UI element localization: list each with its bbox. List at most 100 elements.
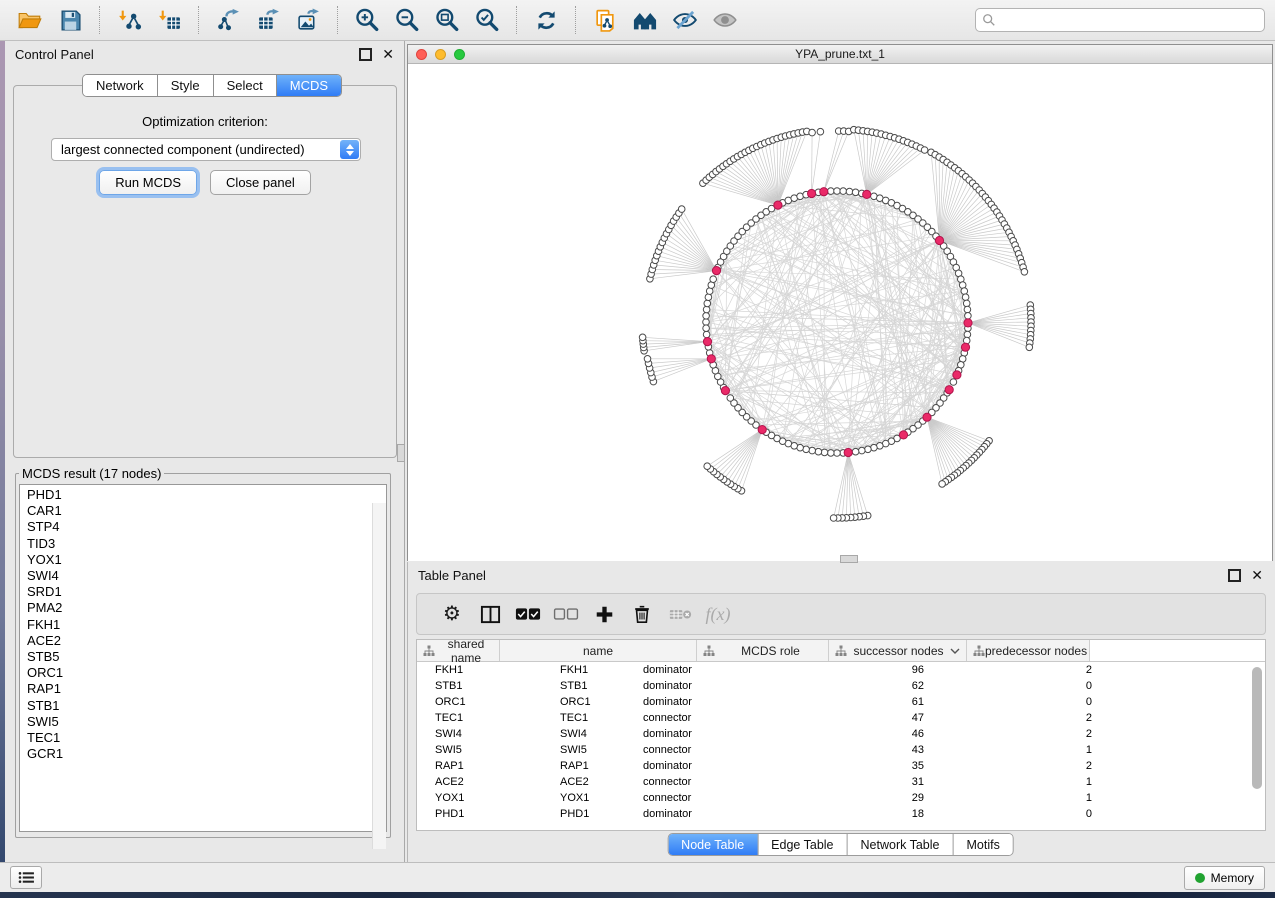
mcds-result-item[interactable]: FKH1: [27, 617, 386, 633]
table-row[interactable]: RAP1 RAP1 dominator 35 2: [417, 758, 1265, 774]
table-scrollbar-thumb[interactable]: [1252, 667, 1262, 789]
table-row[interactable]: ACE2 ACE2 connector 31 1: [417, 774, 1265, 790]
show-columns-button[interactable]: [471, 604, 509, 625]
new-network-from-selection-button[interactable]: [590, 5, 620, 35]
table-panel-tab[interactable]: Network Table: [848, 834, 954, 855]
show-tasks-button[interactable]: [10, 866, 42, 889]
table-row[interactable]: ORC1 ORC1 dominator 61 0: [417, 694, 1265, 710]
mcds-result-item[interactable]: CAR1: [27, 503, 386, 519]
table-row[interactable]: STB1 STB1 dominator 62 0: [417, 678, 1265, 694]
mcds-result-item[interactable]: ACE2: [27, 633, 386, 649]
control-panel-tab[interactable]: MCDS: [277, 75, 341, 96]
table-row[interactable]: PHD1 PHD1 dominator 18 0: [417, 806, 1265, 822]
network-canvas[interactable]: [408, 64, 1272, 561]
mcds-result-item[interactable]: SWI4: [27, 568, 386, 584]
cell-name: STB1: [552, 680, 635, 692]
function-builder-button[interactable]: f(x): [699, 604, 737, 625]
network-window-titlebar[interactable]: YPA_prune.txt_1: [408, 45, 1272, 64]
mcds-result-item[interactable]: STB1: [27, 698, 386, 714]
save-session-button[interactable]: [55, 5, 85, 35]
table-body: FKH1 FKH1 dominator 96 2 STB1 STB1 domin…: [417, 662, 1265, 822]
run-mcds-button[interactable]: Run MCDS: [99, 170, 197, 195]
horizontal-splitter-handle[interactable]: [840, 555, 858, 563]
minimize-window-traffic-light[interactable]: [435, 49, 446, 60]
mcds-result-item[interactable]: PMA2: [27, 600, 386, 616]
close-panel-icon[interactable]: ✕: [1251, 568, 1263, 582]
cell-mcds-role: connector: [635, 712, 832, 724]
close-panel-button[interactable]: Close panel: [210, 170, 311, 195]
export-table-button[interactable]: [253, 5, 283, 35]
add-column-button[interactable]: [585, 605, 623, 624]
eye-slash-icon: [672, 7, 698, 33]
zoom-fit-content-button[interactable]: [432, 5, 462, 35]
vertical-splitter-handle[interactable]: [397, 444, 405, 462]
cell-successor-nodes: 29: [832, 792, 964, 804]
close-panel-icon[interactable]: ✕: [382, 47, 394, 61]
mcds-result-item[interactable]: GCR1: [27, 746, 386, 762]
mcds-list-scrollbar[interactable]: [372, 503, 386, 849]
mcds-result-item[interactable]: SRD1: [27, 584, 386, 600]
control-panel-tab[interactable]: Network: [83, 75, 158, 96]
cell-name: RAP1: [552, 760, 635, 772]
mcds-result-item[interactable]: PHD1: [27, 487, 386, 503]
function-icon: f(x): [706, 604, 731, 625]
zoom-out-button[interactable]: [392, 5, 422, 35]
control-panel-tab[interactable]: Select: [214, 75, 277, 96]
table-column-header[interactable]: successor nodes: [829, 640, 967, 661]
optimization-criterion-select[interactable]: largest connected component (undirected): [51, 138, 361, 161]
deselect-all-button[interactable]: [547, 606, 585, 622]
mcds-result-item[interactable]: TID3: [27, 536, 386, 552]
export-image-button[interactable]: [293, 5, 323, 35]
zoom-selected-button[interactable]: [472, 5, 502, 35]
import-table-icon: [157, 8, 182, 33]
table-row[interactable]: TEC1 TEC1 connector 47 2: [417, 710, 1265, 726]
float-panel-icon[interactable]: [1228, 569, 1241, 582]
cell-successor-nodes: 61: [832, 696, 964, 708]
delete-table-button[interactable]: [661, 607, 699, 622]
network-graph[interactable]: [408, 64, 1272, 561]
mcds-result-title: MCDS result (17 nodes): [19, 466, 164, 481]
mcds-result-item[interactable]: RAP1: [27, 681, 386, 697]
delete-column-button[interactable]: [623, 604, 661, 624]
show-graphics-details-button[interactable]: [710, 5, 740, 35]
mcds-result-list[interactable]: PHD1CAR1STP4TID3YOX1SWI4SRD1PMA2FKH1ACE2…: [19, 484, 387, 832]
table-panel-tab[interactable]: Node Table: [668, 834, 758, 855]
table-panel-tab[interactable]: Edge Table: [758, 834, 847, 855]
cell-predecessor-nodes: 1: [964, 792, 1102, 804]
main-toolbar: [0, 0, 1275, 41]
mcds-result-item[interactable]: STB5: [27, 649, 386, 665]
mcds-result-item[interactable]: ORC1: [27, 665, 386, 681]
zoom-window-traffic-light[interactable]: [454, 49, 465, 60]
cell-mcds-role: connector: [635, 744, 832, 756]
search-box[interactable]: [975, 8, 1265, 32]
find-button[interactable]: [630, 5, 660, 35]
table-column-header[interactable]: name: [500, 640, 697, 661]
table-column-header[interactable]: predecessor nodes: [967, 640, 1090, 661]
cell-successor-nodes: 43: [832, 744, 964, 756]
import-table-button[interactable]: [154, 5, 184, 35]
hide-selected-button[interactable]: [670, 5, 700, 35]
table-column-header[interactable]: shared name: [417, 640, 500, 661]
table-row[interactable]: YOX1 YOX1 connector 29 1: [417, 790, 1265, 806]
search-input[interactable]: [1001, 12, 1258, 28]
close-window-traffic-light[interactable]: [416, 49, 427, 60]
select-all-button[interactable]: [509, 606, 547, 622]
mcds-result-item[interactable]: STP4: [27, 519, 386, 535]
import-network-button[interactable]: [114, 5, 144, 35]
zoom-in-button[interactable]: [352, 5, 382, 35]
update-network-button[interactable]: [531, 5, 561, 35]
table-row[interactable]: SWI5 SWI5 connector 43 1: [417, 742, 1265, 758]
table-options-button[interactable]: ⚙: [433, 604, 471, 624]
mcds-result-item[interactable]: YOX1: [27, 552, 386, 568]
table-panel-tab[interactable]: Motifs: [953, 834, 1012, 855]
table-row[interactable]: FKH1 FKH1 dominator 96 2: [417, 662, 1265, 678]
open-file-button[interactable]: [15, 5, 45, 35]
control-panel-tab[interactable]: Style: [158, 75, 214, 96]
table-row[interactable]: SWI4 SWI4 dominator 46 2: [417, 726, 1265, 742]
mcds-result-item[interactable]: SWI5: [27, 714, 386, 730]
table-column-header[interactable]: MCDS role: [697, 640, 829, 661]
export-network-button[interactable]: [213, 5, 243, 35]
float-panel-icon[interactable]: [359, 48, 372, 61]
memory-button[interactable]: Memory: [1184, 866, 1265, 890]
mcds-result-item[interactable]: TEC1: [27, 730, 386, 746]
